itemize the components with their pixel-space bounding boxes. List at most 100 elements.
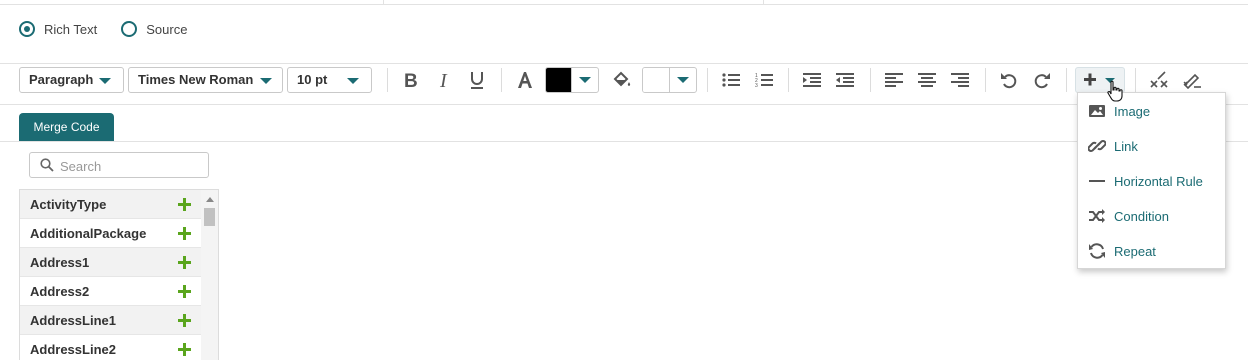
merge-code-search: [29, 152, 209, 178]
numbered-list-button[interactable]: 123: [751, 67, 777, 93]
align-center-button[interactable]: [914, 67, 940, 93]
shuffle-icon: [1089, 209, 1105, 223]
chevron-down-icon: [347, 78, 359, 84]
background-color-caret[interactable]: [669, 68, 696, 92]
add-plus-icon[interactable]: [178, 285, 191, 298]
source-label[interactable]: Source: [146, 22, 187, 37]
add-plus-icon[interactable]: [178, 314, 191, 327]
link-icon: [1088, 140, 1106, 152]
merge-field-label: Address1: [30, 255, 90, 270]
underline-icon: [471, 72, 483, 89]
scrollbar-thumb[interactable]: [204, 208, 215, 226]
align-center-icon: [918, 73, 936, 87]
source-radio[interactable]: [121, 21, 138, 37]
subscript-format-button[interactable]: [1146, 67, 1172, 93]
underline-button[interactable]: [464, 67, 490, 93]
menu-item-label: Condition: [1114, 209, 1169, 224]
search-input[interactable]: [58, 155, 207, 177]
align-left-icon: [885, 73, 903, 87]
redo-button[interactable]: [1029, 67, 1055, 93]
add-plus-icon[interactable]: [178, 198, 191, 211]
menu-item-horizontal-rule[interactable]: Horizontal Rule: [1078, 164, 1225, 199]
font-color-icon: [518, 72, 532, 88]
merge-field-label: Address2: [30, 284, 90, 299]
paint-bucket-icon: [613, 71, 631, 87]
menu-item-label: Link: [1114, 139, 1138, 154]
font-color-swatch: [546, 68, 572, 92]
indent-button[interactable]: [799, 67, 825, 93]
menu-item-image[interactable]: Image: [1078, 94, 1225, 129]
chevron-down-icon: [579, 77, 591, 83]
font-color-button[interactable]: [512, 67, 538, 93]
clear-format-icon: [1183, 73, 1201, 89]
svg-text:3: 3: [755, 83, 758, 88]
repeat-icon: [1089, 243, 1105, 259]
list-item[interactable]: AddressLine2: [20, 335, 202, 360]
bullet-list-button[interactable]: [718, 67, 744, 93]
rich-text-radio[interactable]: [19, 21, 35, 37]
search-icon: [40, 158, 54, 172]
top-divider: [763, 0, 764, 4]
tab-bar: Merge Code: [0, 113, 1248, 142]
menu-item-condition[interactable]: Condition: [1078, 199, 1225, 234]
paragraph-format-dropdown[interactable]: Paragraph: [19, 67, 124, 93]
font-color-picker[interactable]: [545, 67, 599, 93]
menu-item-label: Horizontal Rule: [1114, 174, 1203, 189]
rich-text-label[interactable]: Rich Text: [44, 22, 97, 37]
indent-icon: [803, 73, 821, 87]
menu-item-link[interactable]: Link: [1078, 129, 1225, 164]
menu-item-label: Image: [1114, 104, 1151, 119]
remove-format-icon: [1150, 71, 1168, 88]
bold-icon: B: [404, 71, 418, 89]
outdent-button[interactable]: [832, 67, 858, 93]
undo-icon: [1001, 73, 1017, 89]
editor-toolbar: Paragraph Times New Roman 10 pt B I 123: [0, 63, 1248, 105]
insert-menu: Image Link Horizontal Rule Condition Rep…: [1077, 92, 1226, 269]
top-divider: [383, 0, 384, 4]
add-plus-icon[interactable]: [178, 256, 191, 269]
merge-field-label: AdditionalPackage: [30, 226, 147, 241]
chevron-down-icon: [677, 77, 689, 83]
horizontal-rule-icon: [1089, 180, 1105, 182]
merge-field-list: ActivityType AdditionalPackage Address1 …: [19, 189, 219, 360]
merge-field-label: AddressLine2: [30, 342, 116, 357]
font-size-value: 10 pt: [297, 72, 328, 87]
tab-merge-code[interactable]: Merge Code: [19, 113, 114, 141]
toolbar-divider: [501, 68, 502, 92]
redo-icon: [1034, 73, 1050, 89]
list-item[interactable]: Address1: [20, 248, 202, 277]
list-item[interactable]: AddressLine1: [20, 306, 202, 335]
menu-item-repeat[interactable]: Repeat: [1078, 234, 1225, 269]
list-item[interactable]: ActivityType: [20, 190, 202, 219]
list-item[interactable]: Address2: [20, 277, 202, 306]
merge-field-label: ActivityType: [30, 197, 107, 212]
add-plus-icon[interactable]: [178, 343, 191, 356]
toolbar-divider: [1066, 68, 1067, 92]
hand-cursor-icon: [1107, 80, 1123, 102]
top-border: [0, 0, 1248, 5]
undo-button[interactable]: [996, 67, 1022, 93]
toolbar-divider: [1135, 68, 1136, 92]
toolbar-divider: [870, 68, 871, 92]
svg-text:B: B: [404, 71, 418, 89]
bold-button[interactable]: B: [398, 67, 424, 93]
editor-mode-group: Rich Text Source: [19, 21, 211, 37]
background-color-button[interactable]: [609, 67, 635, 93]
clear-format-button[interactable]: [1179, 67, 1205, 93]
font-color-caret[interactable]: [571, 68, 598, 92]
italic-button[interactable]: I: [432, 67, 458, 93]
font-size-dropdown[interactable]: 10 pt: [287, 67, 372, 93]
align-right-icon: [951, 73, 969, 87]
list-item[interactable]: AdditionalPackage: [20, 219, 202, 248]
align-right-button[interactable]: [947, 67, 973, 93]
align-left-button[interactable]: [881, 67, 907, 93]
toolbar-divider: [985, 68, 986, 92]
bullet-list-icon: [722, 73, 740, 87]
list-scrollbar[interactable]: [201, 190, 218, 360]
scroll-up-icon[interactable]: [206, 197, 214, 202]
background-color-picker[interactable]: [642, 67, 697, 93]
image-icon: [1089, 105, 1105, 117]
font-family-dropdown[interactable]: Times New Roman: [128, 67, 283, 93]
outdent-icon: [836, 73, 854, 87]
add-plus-icon[interactable]: [178, 227, 191, 240]
